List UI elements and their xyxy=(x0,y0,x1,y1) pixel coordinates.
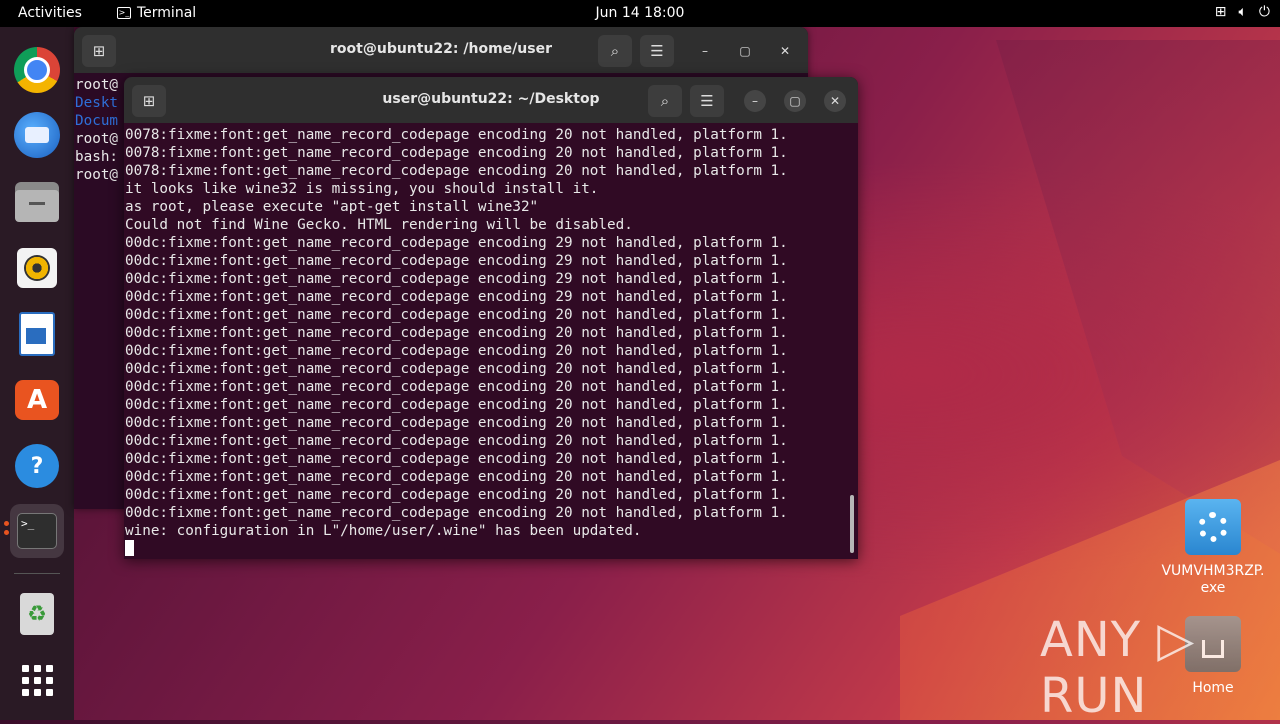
close-button[interactable]: ✕ xyxy=(774,40,796,62)
writer-icon xyxy=(19,312,55,356)
search-icon: ⌕ xyxy=(660,92,670,110)
help-icon: ? xyxy=(15,444,59,488)
window-header[interactable]: ⊞ user@ubuntu22: ~/Desktop ⌕ ☰ – ▢ ✕ xyxy=(124,77,858,123)
dock-item-writer[interactable] xyxy=(10,307,64,361)
terminal-line: 00dc:fixme:font:get_name_record_codepage… xyxy=(125,289,788,305)
maximize-button[interactable]: ▢ xyxy=(734,40,756,62)
maximize-icon: ▢ xyxy=(739,44,751,58)
terminal-output[interactable]: 0078:fixme:font:get_name_record_codepage… xyxy=(124,123,858,556)
app-menu-label: Terminal xyxy=(137,5,197,21)
terminal-line: 00dc:fixme:font:get_name_record_codepage… xyxy=(125,235,788,251)
minimize-button[interactable]: – xyxy=(694,40,716,62)
wallpaper-shape xyxy=(996,40,1280,560)
terminal-line: 00dc:fixme:font:get_name_record_codepage… xyxy=(125,505,788,521)
terminal-line: 0078:fixme:font:get_name_record_codepage… xyxy=(125,145,788,161)
terminal-line: Could not find Wine Gecko. HTML renderin… xyxy=(125,217,633,233)
thunderbird-icon xyxy=(14,112,60,158)
terminal-line: 00dc:fixme:font:get_name_record_codepage… xyxy=(125,307,788,323)
search-button[interactable]: ⌕ xyxy=(598,35,632,67)
scrollbar[interactable] xyxy=(850,495,854,553)
chrome-icon xyxy=(14,47,60,93)
search-button[interactable]: ⌕ xyxy=(648,85,682,117)
close-button[interactable]: ✕ xyxy=(824,90,846,112)
dock-item-help[interactable]: ? xyxy=(10,439,64,493)
hamburger-icon: ☰ xyxy=(700,92,714,110)
minimize-icon: – xyxy=(702,44,708,58)
terminal-line: 00dc:fixme:font:get_name_record_codepage… xyxy=(125,487,788,503)
desktop-icon-exe[interactable]: VUMVHM3RZP. exe xyxy=(1158,499,1268,597)
terminal-line: as root, please execute "apt-get install… xyxy=(125,199,539,215)
terminal-line: 00dc:fixme:font:get_name_record_codepage… xyxy=(125,361,788,377)
app-center-icon: A xyxy=(15,380,59,420)
volume-icon: 🔈︎ xyxy=(1238,4,1247,20)
network-icon: ⊞ xyxy=(1214,4,1227,20)
terminal-line: 0078:fixme:font:get_name_record_codepage… xyxy=(125,163,788,179)
dock: A ? >_ ♻ xyxy=(0,27,74,720)
menu-button[interactable]: ☰ xyxy=(640,35,674,67)
app-grid-icon xyxy=(21,664,53,696)
terminal-icon: >_ xyxy=(17,513,57,549)
dock-item-chrome[interactable] xyxy=(10,43,64,97)
top-bar: Activities >_ Terminal Jun 14 18:00 ⊞ 🔈︎… xyxy=(0,0,1280,27)
terminal-line: 00dc:fixme:font:get_name_record_codepage… xyxy=(125,253,788,269)
menu-button[interactable]: ☰ xyxy=(690,85,724,117)
desktop-icon-label: VUMVHM3RZP. exe xyxy=(1161,563,1265,596)
dock-item-terminal[interactable]: >_ xyxy=(10,504,64,558)
watermark: ANY ▷ RUN xyxy=(1040,612,1196,724)
terminal-line: 00dc:fixme:font:get_name_record_codepage… xyxy=(125,415,788,431)
terminal-line: 0078:fixme:font:get_name_record_codepage… xyxy=(125,127,788,143)
terminal-line: 00dc:fixme:font:get_name_record_codepage… xyxy=(125,469,788,485)
exe-gear-icon xyxy=(1185,499,1241,555)
running-indicator xyxy=(4,521,9,526)
terminal-line: wine: configuration in L"/home/user/.win… xyxy=(125,523,642,539)
dock-item-thunderbird[interactable] xyxy=(10,108,64,162)
window-header[interactable]: ⊞ root@ubuntu22: /home/user ⌕ ☰ – ▢ ✕ xyxy=(74,27,808,73)
rhythmbox-icon xyxy=(17,248,57,288)
trash-icon: ♻ xyxy=(20,593,54,635)
app-menu[interactable]: >_ Terminal xyxy=(117,5,196,21)
hamburger-icon: ☰ xyxy=(650,42,664,60)
terminal-line: 00dc:fixme:font:get_name_record_codepage… xyxy=(125,379,788,395)
files-icon xyxy=(15,182,59,222)
activities-button[interactable]: Activities xyxy=(18,5,82,21)
terminal-line: 00dc:fixme:font:get_name_record_codepage… xyxy=(125,397,788,413)
terminal-line: 00dc:fixme:font:get_name_record_codepage… xyxy=(125,325,788,341)
minimize-icon: – xyxy=(752,94,758,108)
terminal-line: 00dc:fixme:font:get_name_record_codepage… xyxy=(125,451,788,467)
dock-item-rhythmbox[interactable] xyxy=(10,241,64,295)
search-icon: ⌕ xyxy=(610,42,620,60)
terminal-cursor xyxy=(125,540,134,556)
terminal-line: it looks like wine32 is missing, you sho… xyxy=(125,181,599,197)
terminal-line: 00dc:fixme:font:get_name_record_codepage… xyxy=(125,433,788,449)
dock-item-files[interactable] xyxy=(10,175,64,229)
terminal-line: 00dc:fixme:font:get_name_record_codepage… xyxy=(125,271,788,287)
maximize-button[interactable]: ▢ xyxy=(784,90,806,112)
power-icon: ⏻ xyxy=(1258,4,1270,20)
terminal-icon: >_ xyxy=(117,7,131,19)
dock-item-show-apps[interactable] xyxy=(10,653,64,707)
dock-item-trash[interactable]: ♻ xyxy=(10,587,64,641)
system-tray[interactable]: ⊞ 🔈︎ ⏻ xyxy=(1215,4,1270,20)
maximize-icon: ▢ xyxy=(789,94,801,108)
running-indicator xyxy=(4,530,9,535)
dock-separator xyxy=(14,573,60,574)
close-icon: ✕ xyxy=(829,94,841,108)
dock-item-app-center[interactable]: A xyxy=(10,373,64,427)
terminal-window-user[interactable]: ⊞ user@ubuntu22: ~/Desktop ⌕ ☰ – ▢ ✕ 007… xyxy=(124,77,858,559)
minimize-button[interactable]: – xyxy=(744,90,766,112)
close-icon: ✕ xyxy=(779,44,791,58)
clock[interactable]: Jun 14 18:00 xyxy=(596,5,685,21)
terminal-line: 00dc:fixme:font:get_name_record_codepage… xyxy=(125,343,788,359)
